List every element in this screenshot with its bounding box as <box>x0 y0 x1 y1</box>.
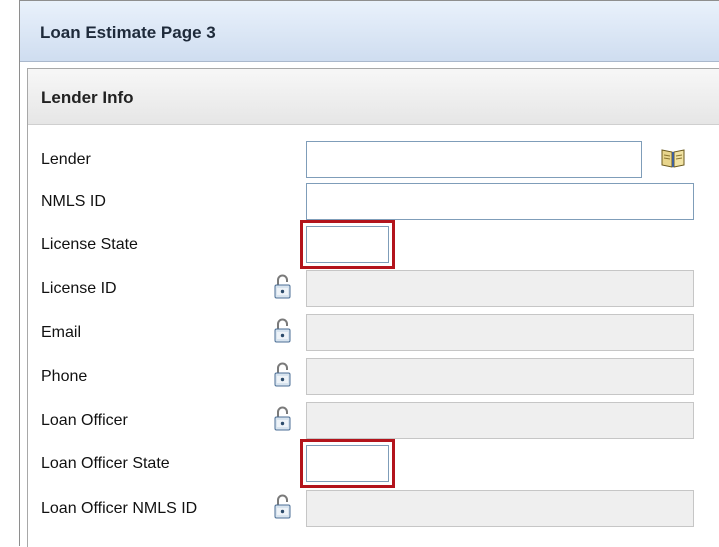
page-title: Loan Estimate Page 3 <box>40 23 216 42</box>
license-id-label: License ID <box>41 280 117 297</box>
email-label: Email <box>41 324 82 341</box>
padlock-unlocked-icon[interactable] <box>274 274 291 299</box>
lender-input[interactable] <box>306 141 642 178</box>
loan-officer-input[interactable] <box>306 402 694 439</box>
page-header: Loan Estimate Page 3 <box>20 1 719 62</box>
loan-officer-state-row: Loan Officer State <box>28 439 719 488</box>
email-row: Email <box>28 314 719 354</box>
license-state-input[interactable] <box>306 226 389 263</box>
padlock-unlocked-icon[interactable] <box>274 362 291 387</box>
loan-officer-nmls-id-row: Loan Officer NMLS ID <box>28 490 719 530</box>
license-state-label: License State <box>41 236 138 253</box>
section-title: Lender Info <box>41 88 134 107</box>
loan-officer-label: Loan Officer <box>41 412 128 429</box>
email-input[interactable] <box>306 314 694 351</box>
loan-officer-row: Loan Officer <box>28 402 719 442</box>
loan-officer-state-input[interactable] <box>306 445 389 482</box>
lender-info-section: Lender Info Lender NMLS ID License State… <box>27 68 719 547</box>
loan-officer-nmls-id-label: Loan Officer NMLS ID <box>41 500 198 517</box>
padlock-unlocked-icon[interactable] <box>274 318 291 343</box>
nmls-id-input[interactable] <box>306 183 694 220</box>
nmls-id-row: NMLS ID <box>28 183 719 223</box>
section-header: Lender Info <box>28 69 719 125</box>
lender-label: Lender <box>41 151 91 168</box>
loan-estimate-panel: Loan Estimate Page 3 Lender Info Lender <box>19 0 719 547</box>
nmls-id-label: NMLS ID <box>41 193 106 210</box>
loan-officer-nmls-id-input[interactable] <box>306 490 694 527</box>
padlock-unlocked-icon[interactable] <box>274 406 291 431</box>
license-id-row: License ID <box>28 270 719 310</box>
lender-row: Lender <box>28 141 719 181</box>
address-book-icon[interactable] <box>660 147 686 169</box>
phone-row: Phone <box>28 358 719 398</box>
loan-officer-state-label: Loan Officer State <box>41 455 170 472</box>
phone-input[interactable] <box>306 358 694 395</box>
license-state-row: License State <box>28 220 719 269</box>
padlock-unlocked-icon[interactable] <box>274 494 291 519</box>
license-id-input[interactable] <box>306 270 694 307</box>
phone-label: Phone <box>41 368 88 385</box>
